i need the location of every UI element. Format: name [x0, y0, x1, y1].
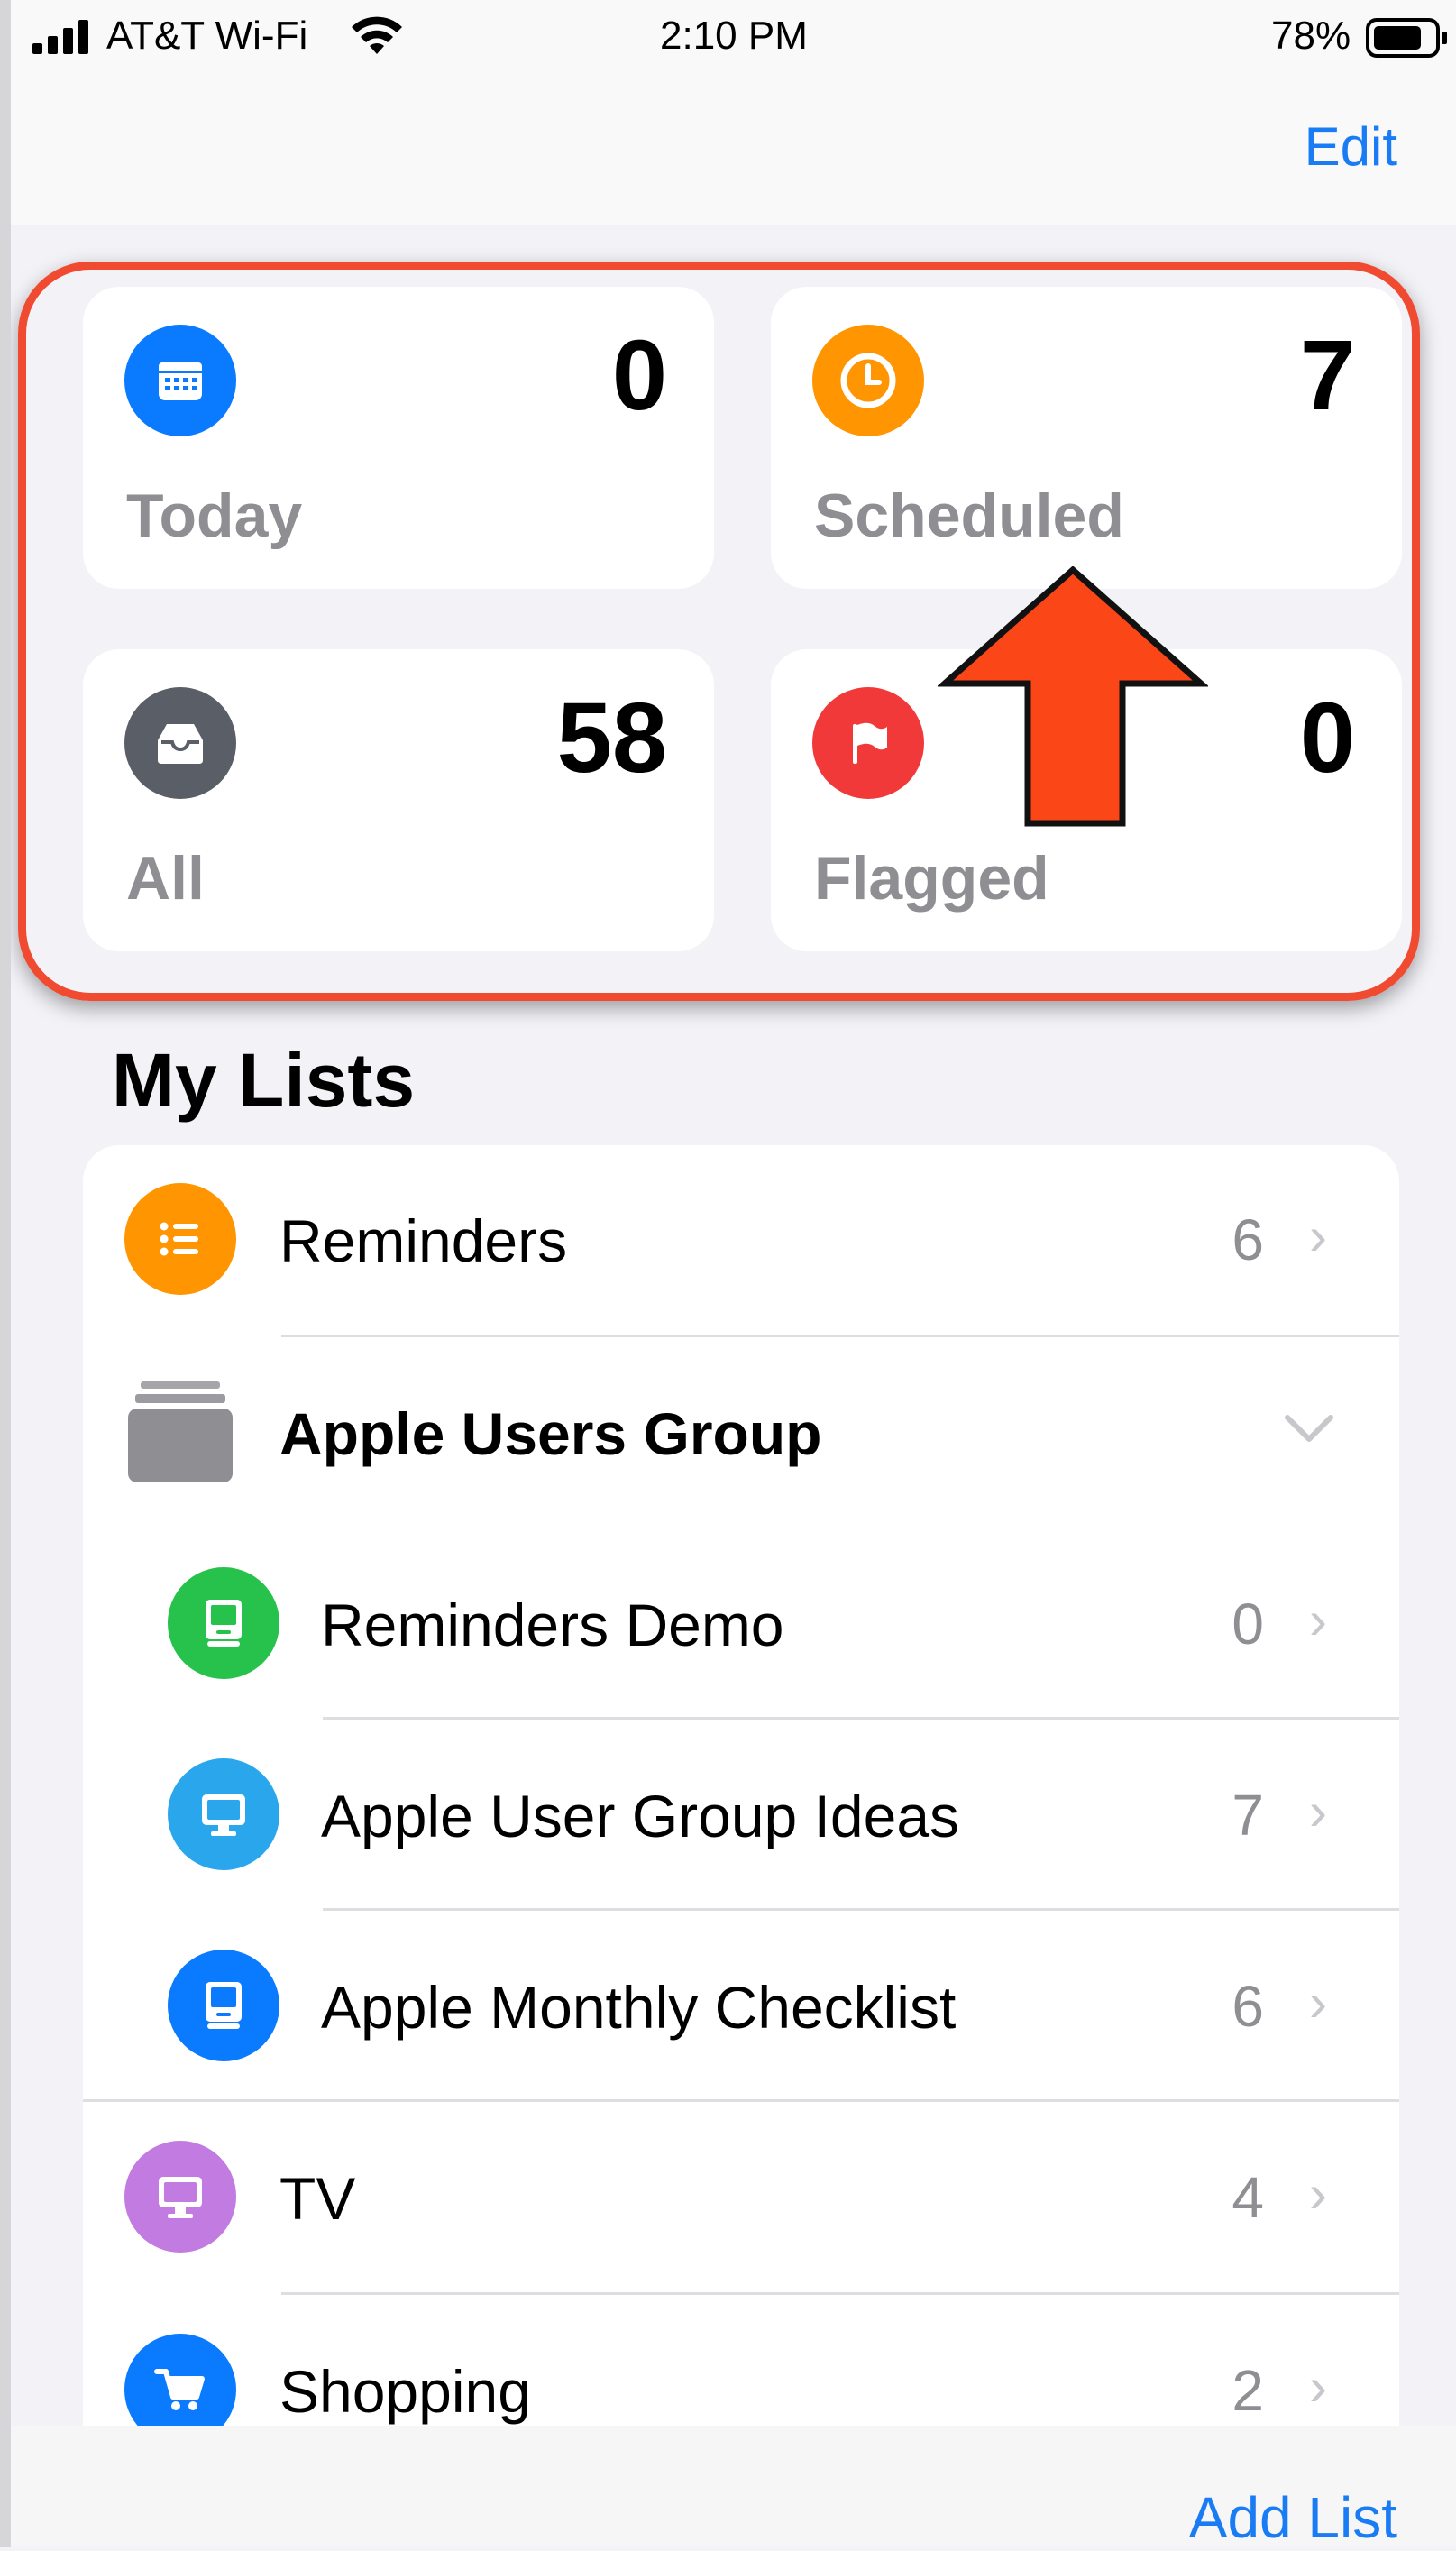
- list-item-name: Apple Monthly Checklist: [321, 1974, 957, 2041]
- list-group-apple-users-group[interactable]: Apple Users Group: [83, 1336, 1399, 1528]
- list-item-count: 7: [1232, 1783, 1264, 1848]
- left-edge-shadow: [0, 0, 11, 2547]
- list-item-count: 4: [1232, 2165, 1264, 2230]
- list-item-name: Apple User Group Ideas: [321, 1783, 960, 1849]
- list-item-count: 6: [1232, 1207, 1264, 1272]
- list-icon: [124, 1183, 236, 1295]
- cellular-signal-icon: [32, 20, 96, 59]
- list-item-name: Reminders Demo: [321, 1592, 784, 1658]
- carrier-label: AT&T Wi-Fi: [106, 14, 308, 58]
- battery-percent: 78%: [1271, 14, 1351, 58]
- battery-icon: [1366, 18, 1449, 62]
- chevron-right-icon: ›: [1309, 1781, 1327, 1841]
- list-group-name: Apple Users Group: [279, 1400, 822, 1467]
- list-item-name: Shopping: [279, 2358, 531, 2425]
- computer-icon: [168, 1567, 279, 1679]
- chevron-right-icon: ›: [1309, 1972, 1327, 2033]
- list-item-name: TV: [279, 2165, 356, 2232]
- edit-button[interactable]: Edit: [1305, 115, 1397, 178]
- list-item-apple-user-group-ideas[interactable]: Apple User Group Ideas 7 ›: [83, 1719, 1399, 1910]
- list-item-name: Reminders: [279, 1207, 568, 1274]
- add-list-button[interactable]: Add List: [1189, 2484, 1397, 2551]
- list-item-tv[interactable]: TV 4 ›: [83, 2101, 1399, 2292]
- list-item-reminders-demo[interactable]: Reminders Demo 0 ›: [83, 1528, 1399, 1719]
- my-lists-heading: My Lists: [112, 1038, 416, 1123]
- highlight-box: [18, 262, 1420, 1001]
- list-item-count: 0: [1232, 1592, 1264, 1656]
- folder-stack-icon: [128, 1381, 233, 1487]
- wifi-icon: [350, 16, 404, 60]
- chevron-right-icon: ›: [1309, 2163, 1327, 2224]
- list-item-apple-monthly-checklist[interactable]: Apple Monthly Checklist 6 ›: [83, 1910, 1399, 2101]
- list-item-reminders[interactable]: Reminders 6 ›: [83, 1143, 1399, 1335]
- list-item-count: 2: [1232, 2358, 1264, 2423]
- desktop-icon: [168, 1758, 279, 1870]
- chevron-right-icon: ›: [1309, 1206, 1327, 1266]
- chevron-right-icon: ›: [1309, 2356, 1327, 2417]
- list-item-count: 6: [1232, 1974, 1264, 2039]
- tv-icon: [124, 2141, 236, 2253]
- chevron-down-icon[interactable]: [1284, 1414, 1334, 1449]
- chevron-right-icon: ›: [1309, 1590, 1327, 1650]
- up-arrow-annotation: [936, 565, 1210, 832]
- clock-time: 2:10 PM: [660, 14, 808, 58]
- computer-icon: [168, 1950, 279, 2061]
- navigation-bar: [0, 72, 1456, 225]
